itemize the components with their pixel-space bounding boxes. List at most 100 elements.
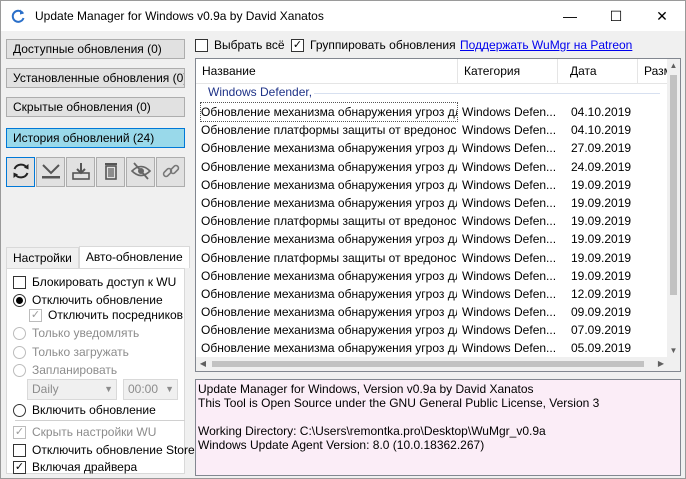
row-category-cell: Windows Defen... xyxy=(462,159,557,174)
settings-tabs: Настройки Авто-обновление xyxy=(6,246,190,268)
row-name-cell: Обновление платформы защиты от вредоносн… xyxy=(201,123,457,138)
refresh-icon xyxy=(11,161,31,184)
row-date-cell: 19.09.2019 xyxy=(571,214,632,229)
disable-store-update-option[interactable]: Отключить обновление Store xyxy=(13,443,195,457)
table-row[interactable]: Обновление механизма обнаружения угроз д… xyxy=(196,230,668,248)
row-category-cell: Windows Defen... xyxy=(462,250,557,265)
block-wu-label: Блокировать доступ к WU xyxy=(32,275,177,289)
table-row[interactable]: Обновление механизма обнаружения угроз д… xyxy=(196,194,668,212)
disable-update-radio[interactable] xyxy=(13,293,26,307)
hide-wu-settings-checkbox[interactable]: ✓ xyxy=(13,425,26,439)
block-wu-option[interactable]: Блокировать доступ к WU xyxy=(13,275,176,289)
row-category-cell: Windows Defen... xyxy=(462,141,557,156)
disable-update-option[interactable]: Отключить обновление xyxy=(13,293,163,307)
column-header-date[interactable]: Дата xyxy=(564,59,638,84)
enable-update-option[interactable]: Включить обновление xyxy=(13,403,156,417)
row-category-cell: Windows Defen... xyxy=(462,305,557,320)
table-row[interactable]: Обновление механизма обнаружения угроз д… xyxy=(196,339,668,357)
table-row[interactable]: Обновление механизма обнаружения угроз д… xyxy=(196,303,668,321)
group-updates-option[interactable]: ✓ Группировать обновления xyxy=(291,38,456,52)
row-name-cell: Обновление механизма обнаружения угроз д… xyxy=(201,177,457,192)
nav-update-history[interactable]: История обновлений (24) xyxy=(6,128,185,148)
schedule-time-select[interactable]: 00:00 ▼ xyxy=(123,379,178,400)
scroll-left-icon[interactable]: ◀ xyxy=(196,357,210,371)
table-row[interactable]: Обновление механизма обнаружения угроз д… xyxy=(196,321,668,339)
block-wu-checkbox[interactable] xyxy=(13,275,26,289)
row-name-cell: Обновление механизма обнаружения угроз д… xyxy=(201,286,457,301)
hide-button[interactable] xyxy=(126,157,155,187)
disable-intermediaries-option[interactable]: ✓ Отключить посредников xyxy=(29,308,183,322)
chevron-down-icon: ▼ xyxy=(104,384,113,394)
schedule-day-value: Daily xyxy=(32,382,59,396)
refresh-button[interactable] xyxy=(6,157,35,187)
notify-only-label: Только уведомлять xyxy=(32,326,140,340)
scroll-thumb[interactable] xyxy=(670,75,677,295)
scroll-right-icon[interactable]: ▶ xyxy=(654,357,668,371)
download-button[interactable] xyxy=(36,157,65,187)
include-drivers-checkbox[interactable]: ✓ xyxy=(13,460,26,474)
table-row[interactable]: Обновление механизма обнаружения угроз д… xyxy=(196,176,668,194)
group-updates-checkbox[interactable]: ✓ xyxy=(291,38,304,52)
table-row[interactable]: Обновление платформы защиты от вредоносн… xyxy=(196,121,668,139)
table-row[interactable]: Обновление платформы защиты от вредоносн… xyxy=(196,212,668,230)
row-name-cell: Обновление механизма обнаружения угроз д… xyxy=(201,141,457,156)
nav-installed-updates[interactable]: Установленные обновления (0) xyxy=(6,68,185,88)
row-name-cell: Обновление механизма обнаружения угроз д… xyxy=(201,341,457,356)
row-date-cell: 04.10.2019 xyxy=(571,123,632,138)
delete-button[interactable] xyxy=(96,157,125,187)
table-row[interactable]: Обновление механизма обнаружения угроз д… xyxy=(196,158,668,176)
table-row[interactable]: Обновление механизма обнаружения угроз д… xyxy=(196,102,668,122)
patreon-link[interactable]: Поддержать WuMgr на Patreon xyxy=(460,38,632,52)
log-output[interactable]: Update Manager for Windows, Version v0.9… xyxy=(195,379,681,476)
hide-wu-settings-option[interactable]: ✓ Скрыть настройки WU xyxy=(13,425,156,439)
vertical-scrollbar[interactable]: ▲ ▼ xyxy=(667,59,680,357)
download-icon xyxy=(40,161,62,184)
select-all-option[interactable]: Выбрать всё xyxy=(195,38,285,52)
link-button[interactable] xyxy=(156,157,185,187)
notify-only-option[interactable]: Только уведомлять xyxy=(13,326,139,340)
table-row[interactable]: Обновление механизма обнаружения угроз д… xyxy=(196,285,668,303)
updates-list[interactable]: Название Категория Дата Разм Windows Def… xyxy=(195,58,681,372)
column-header-category[interactable]: Категория xyxy=(458,59,558,84)
column-header-name[interactable]: Название xyxy=(196,59,458,84)
notify-only-radio[interactable] xyxy=(13,326,26,340)
row-name-cell: Обновление механизма обнаружения угроз д… xyxy=(201,305,457,320)
nav-hidden-updates[interactable]: Скрытые обновления (0) xyxy=(6,97,185,117)
scheduled-option[interactable]: Запланировать xyxy=(13,363,117,377)
table-row[interactable]: Обновление платформы защиты от вредоносн… xyxy=(196,249,668,267)
horizontal-scrollbar[interactable]: ◀ ▶ xyxy=(196,357,668,371)
list-rows: Обновление механизма обнаружения угроз д… xyxy=(196,102,668,371)
scroll-down-icon[interactable]: ▼ xyxy=(667,344,680,357)
download-only-radio[interactable] xyxy=(13,345,26,359)
separator xyxy=(15,420,185,421)
maximize-button[interactable]: ☐ xyxy=(593,1,639,31)
minimize-button[interactable]: — xyxy=(547,1,593,31)
tab-auto-update[interactable]: Авто-обновление xyxy=(78,246,190,268)
tab-settings[interactable]: Настройки xyxy=(6,247,79,268)
scrollbar-corner xyxy=(667,357,680,371)
schedule-day-select[interactable]: Daily ▼ xyxy=(27,379,117,400)
app-window: Update Manager for Windows v0.9a by Davi… xyxy=(0,0,686,479)
close-button[interactable]: ✕ xyxy=(639,1,685,31)
row-name-cell: Обновление платформы защиты от вредоносн… xyxy=(201,214,457,229)
scroll-thumb-horizontal[interactable] xyxy=(212,361,644,367)
hide-wu-settings-label: Скрыть настройки WU xyxy=(32,425,157,439)
nav-available-updates[interactable]: Доступные обновления (0) xyxy=(6,39,185,59)
scheduled-radio[interactable] xyxy=(13,363,26,377)
install-button[interactable] xyxy=(66,157,95,187)
column-header-size[interactable]: Разм xyxy=(638,59,668,84)
row-date-cell: 24.09.2019 xyxy=(571,159,632,174)
disable-intermediaries-checkbox[interactable]: ✓ xyxy=(29,308,42,322)
row-name-cell: Обновление механизма обнаружения угроз д… xyxy=(201,232,457,247)
scroll-up-icon[interactable]: ▲ xyxy=(667,59,680,72)
include-drivers-option[interactable]: ✓ Включая драйвера xyxy=(13,460,137,474)
enable-update-radio[interactable] xyxy=(13,403,26,417)
table-row[interactable]: Обновление механизма обнаружения угроз д… xyxy=(196,267,668,285)
row-category-cell: Windows Defen... xyxy=(462,177,557,192)
group-header[interactable]: Windows Defender, xyxy=(208,85,312,99)
disable-store-update-checkbox[interactable] xyxy=(13,443,26,457)
download-only-option[interactable]: Только загружать xyxy=(13,345,129,359)
select-all-checkbox[interactable] xyxy=(195,38,208,52)
table-row[interactable]: Обновление механизма обнаружения угроз д… xyxy=(196,139,668,157)
row-name-cell: Обновление механизма обнаружения угроз д… xyxy=(200,102,458,122)
